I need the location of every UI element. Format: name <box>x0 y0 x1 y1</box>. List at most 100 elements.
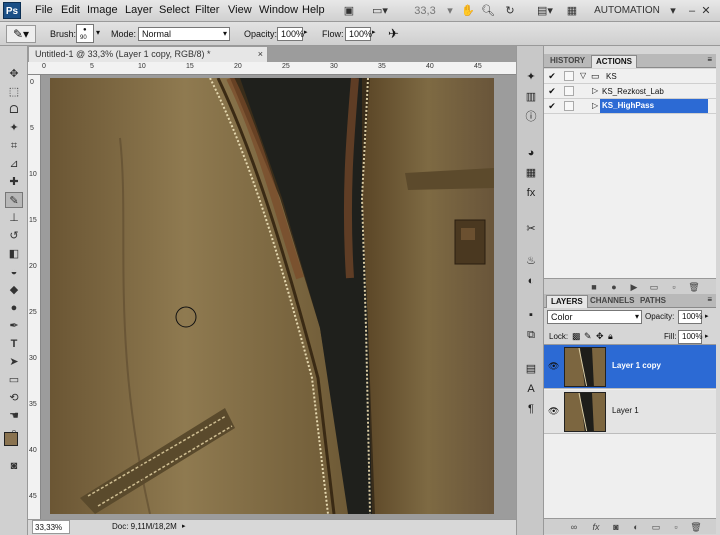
layer-row[interactable]: 👁︎ Layer 1 <box>544 390 716 434</box>
menu-help[interactable]: Help <box>302 4 325 16</box>
opacity-input[interactable]: 100% <box>277 27 304 41</box>
history-brush-tool-icon[interactable]: ↺ <box>5 228 23 244</box>
foreground-color-swatch[interactable] <box>4 432 18 446</box>
shape-tool-icon[interactable]: ▭ <box>5 372 23 388</box>
paragraph-icon[interactable]: ¶ <box>524 402 538 416</box>
action-item-row[interactable]: ✔ ▷ KS_HighPass <box>544 99 716 114</box>
vertical-ruler[interactable]: 0 5 10 15 20 25 30 35 40 45 <box>28 75 41 519</box>
3d-rotate-tool-icon[interactable]: ⟲ <box>5 390 23 406</box>
new-action-icon[interactable]: ▫ <box>668 281 680 293</box>
adjustment-layer-icon[interactable]: ◐ <box>630 521 642 533</box>
menu-image[interactable]: Image <box>87 4 118 16</box>
opacity-stepper-icon[interactable]: ▸ <box>705 312 709 320</box>
panel-menu-icon[interactable]: ≡ <box>707 295 712 304</box>
lock-transparency-icon[interactable]: ▩ <box>572 331 581 342</box>
close-icon[interactable]: ✕ <box>700 2 712 19</box>
new-layer-icon[interactable]: ▫ <box>670 521 682 533</box>
brush-tool-icon[interactable]: ✎ <box>5 192 23 208</box>
expand-triangle-icon[interactable]: ▽ <box>580 71 586 80</box>
layer-style-icon[interactable]: fx <box>590 521 602 533</box>
menu-edit[interactable]: Edit <box>61 4 80 16</box>
new-group-icon[interactable]: ▭ <box>650 521 662 533</box>
bridge-icon[interactable]: ▣ <box>340 2 358 19</box>
color-icon[interactable]: ◕ <box>524 146 538 160</box>
panel-menu-icon[interactable]: ≡ <box>707 55 712 64</box>
dialog-toggle[interactable] <box>564 71 574 81</box>
hand-tool-icon[interactable]: ✋ <box>460 2 476 19</box>
tab-history[interactable]: HISTORY <box>546 55 589 68</box>
menu-filter[interactable]: Filter <box>195 4 219 16</box>
styles-icon[interactable]: fx <box>524 186 538 200</box>
masks-icon[interactable]: ◐ <box>524 274 538 288</box>
menu-view[interactable]: View <box>228 4 252 16</box>
tab-paths[interactable]: PATHS <box>636 295 670 308</box>
zoom-dropdown-icon[interactable]: ▾ <box>445 2 455 19</box>
zoom-level-display[interactable]: 33,3 <box>408 2 442 19</box>
check-icon[interactable]: ✔ <box>547 71 557 81</box>
action-set-row[interactable]: ✔ ▽ ▭ KS <box>544 69 716 84</box>
fill-input[interactable]: 100% <box>678 330 702 344</box>
quick-mask-icon[interactable]: ◙ <box>5 458 23 474</box>
hand-icon[interactable]: ☚ <box>5 408 23 424</box>
lock-position-icon[interactable]: ✥ <box>596 331 604 342</box>
screen-mode-icon[interactable]: ▭▾ <box>367 2 393 19</box>
histogram-icon[interactable]: ▥ <box>524 90 538 104</box>
eraser-tool-icon[interactable]: ◧ <box>5 246 23 262</box>
horizontal-ruler[interactable]: 0 5 10 15 20 25 30 35 40 45 <box>28 62 516 75</box>
opacity-stepper-icon[interactable]: ▸ <box>304 28 308 36</box>
lock-pixels-icon[interactable]: ✎ <box>584 331 592 342</box>
tab-layers[interactable]: LAYERS <box>546 295 588 308</box>
document-tab[interactable]: Untitled-1 @ 33,3% (Layer 1 copy, RGB/8)… <box>28 46 268 62</box>
layer-opacity-input[interactable]: 100% <box>678 310 702 324</box>
add-mask-icon[interactable]: ◙ <box>610 521 622 533</box>
eyedropper-tool-icon[interactable]: ⊿ <box>5 156 23 172</box>
delete-icon[interactable]: 🗑︎ <box>688 281 700 293</box>
stop-icon[interactable]: ■ <box>588 281 600 293</box>
tab-channels[interactable]: CHANNELS <box>586 295 638 308</box>
play-icon[interactable]: ▶ <box>628 281 640 293</box>
clone-source-icon[interactable]: ⧉ <box>524 328 538 342</box>
action-item-row[interactable]: ✔ ▷ KS_Rezkost_Lab <box>544 84 716 99</box>
text-panel-icon[interactable]: A <box>524 382 538 396</box>
visibility-eye-icon[interactable]: 👁︎ <box>548 406 559 417</box>
notes-icon[interactable]: ▤ <box>524 362 538 376</box>
paint-bucket-tool-icon[interactable]: ◒ <box>5 264 23 280</box>
status-arrow-icon[interactable]: ▸ <box>182 520 186 534</box>
expand-triangle-icon[interactable]: ▷ <box>592 101 598 110</box>
path-selection-tool-icon[interactable]: ➤ <box>5 354 23 370</box>
healing-brush-tool-icon[interactable]: ✚ <box>5 174 23 190</box>
check-icon[interactable]: ✔ <box>547 101 557 111</box>
check-icon[interactable]: ✔ <box>547 86 557 96</box>
clone-stamp-tool-icon[interactable]: ⊥ <box>5 210 23 226</box>
lock-all-icon[interactable]: 🔒︎ <box>608 331 613 342</box>
airbrush-icon[interactable]: ✈ <box>388 26 399 42</box>
image-canvas[interactable] <box>50 78 494 514</box>
menu-select[interactable]: Select <box>159 4 190 16</box>
visibility-eye-icon[interactable]: 👁︎ <box>548 361 559 372</box>
minimize-icon[interactable]: – <box>686 2 698 19</box>
extras-icon[interactable]: ▦ <box>563 2 581 19</box>
pen-tool-icon[interactable]: ✒ <box>5 318 23 334</box>
rotate-view-icon[interactable]: ↻ <box>502 2 518 19</box>
tools-icon[interactable]: ✂ <box>524 222 538 236</box>
brushes-icon[interactable]: ▪ <box>524 308 538 322</box>
link-layers-icon[interactable]: ∞ <box>568 521 580 533</box>
brush-preset-picker[interactable]: ● 90 <box>76 24 94 43</box>
info-icon[interactable]: ⓘ <box>524 110 538 124</box>
tab-actions[interactable]: ACTIONS <box>591 55 637 68</box>
lasso-tool-icon[interactable]: ᗝ <box>5 102 23 118</box>
zoom-tool-icon[interactable]: 🔍︎ <box>480 2 496 19</box>
workspace-dropdown-icon[interactable]: ▾ <box>668 2 678 19</box>
fill-stepper-icon[interactable]: ▸ <box>705 332 709 340</box>
menu-window[interactable]: Window <box>259 4 298 16</box>
dialog-toggle[interactable] <box>564 86 574 96</box>
swatches-icon[interactable]: ▦ <box>524 166 538 180</box>
menu-file[interactable]: File <box>35 4 53 16</box>
flow-input[interactable]: 100% <box>345 27 372 41</box>
close-document-icon[interactable]: × <box>258 47 263 61</box>
brush-dropdown-icon[interactable]: ▾ <box>96 28 100 37</box>
blend-mode-select[interactable]: Color ▾ <box>547 310 642 324</box>
type-tool-icon[interactable]: T <box>5 336 23 352</box>
flow-stepper-icon[interactable]: ▸ <box>372 28 376 36</box>
quick-select-tool-icon[interactable]: ✦ <box>5 120 23 136</box>
